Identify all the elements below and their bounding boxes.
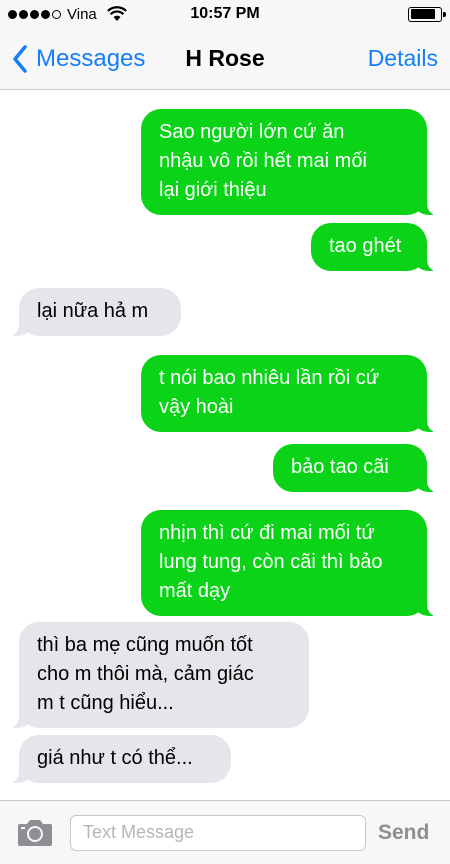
status-left: Vina (8, 6, 127, 23)
back-button-label: Messages (36, 44, 146, 72)
message-bubble-received: lại nữa hả m (5, 288, 181, 337)
message-bubble-sent: nhịn thì cứ đi mai mối tứ lung tung, còn… (141, 510, 441, 617)
signal-dot (19, 9, 28, 19)
send-button[interactable]: Send (378, 821, 429, 845)
message-input-bar: Send (0, 800, 450, 864)
camera-icon[interactable] (16, 818, 54, 848)
back-button[interactable]: Messages (12, 45, 145, 73)
message-bubble-sent: Sao người lớn cứ ăn nhậu vô rồi hết mai … (141, 109, 441, 216)
chevron-left-icon (13, 44, 27, 73)
status-bar: Vina 10:57 PM (0, 0, 450, 28)
battery-fill (410, 9, 436, 19)
message-bubble-received: thì ba mẹ cũng muốn tốt cho m thôi mà, c… (5, 622, 309, 729)
message-bubble-sent: t nói bao nhiêu lần rồi cứ vậy hoài (141, 355, 441, 433)
details-button[interactable]: Details (368, 45, 438, 72)
wifi-icon (106, 6, 127, 21)
signal-strength-icon (8, 9, 61, 19)
signal-dot (30, 9, 39, 19)
signal-dot (52, 9, 61, 19)
message-bubble-sent: tao ghét (311, 223, 441, 272)
signal-dot (8, 9, 17, 19)
battery-icon (408, 6, 446, 22)
message-text-field[interactable] (70, 814, 366, 851)
message-bubble-sent: bảo tao cãi (273, 444, 441, 493)
navigation-bar: Messages H Rose Details (0, 28, 450, 90)
message-thread[interactable]: Sao người lớn cứ ăn nhậu vô rồi hết mai … (0, 90, 450, 800)
message-bubble-received: giá như t có thể... (5, 735, 231, 784)
carrier-name: Vina (67, 5, 97, 23)
signal-dot (41, 9, 50, 19)
